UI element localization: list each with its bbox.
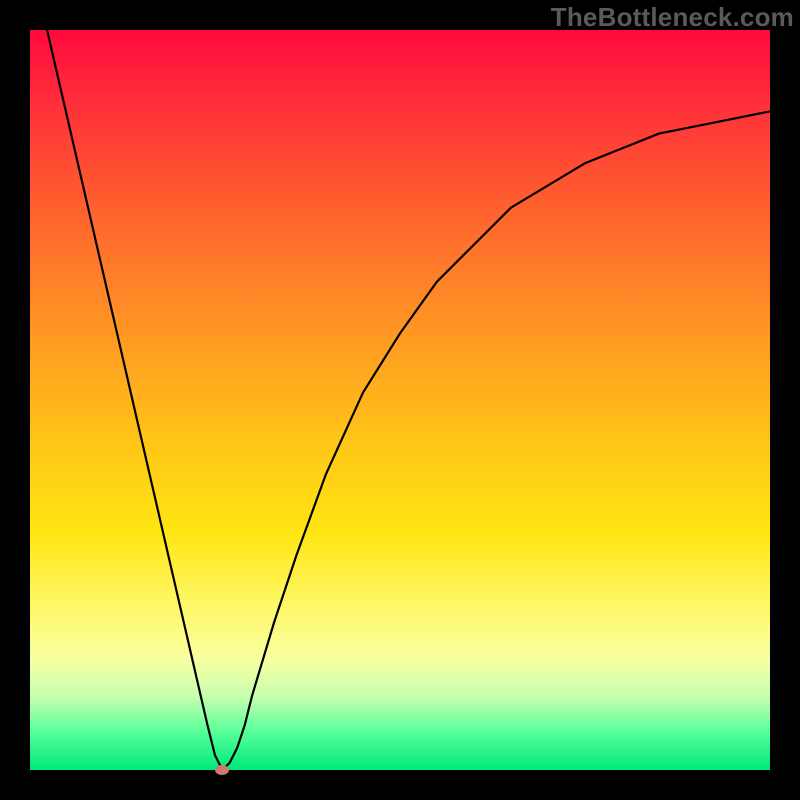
optimum-marker bbox=[215, 765, 229, 775]
curve-svg bbox=[30, 30, 770, 770]
bottleneck-curve-path bbox=[30, 30, 770, 770]
chart-frame: TheBottleneck.com bbox=[0, 0, 800, 800]
watermark-text: TheBottleneck.com bbox=[551, 2, 794, 33]
plot-area bbox=[30, 30, 770, 770]
